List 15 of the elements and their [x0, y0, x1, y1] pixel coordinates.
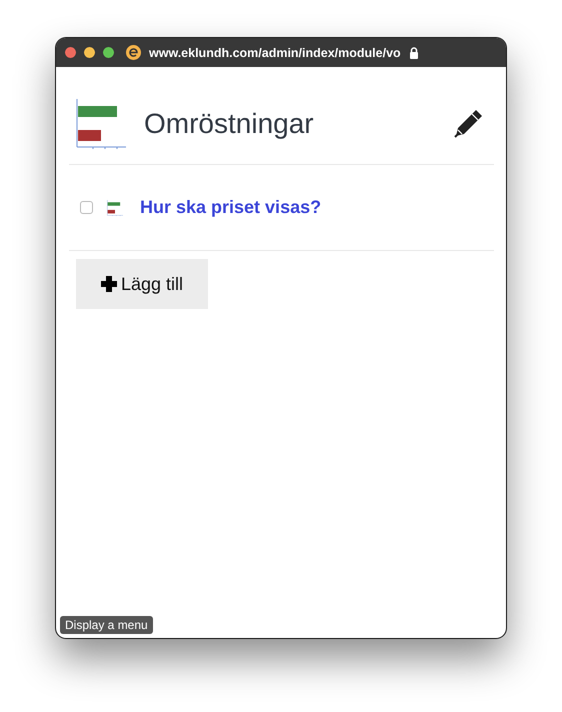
pencil-icon[interactable]	[452, 108, 484, 140]
lock-icon	[408, 46, 419, 58]
site-logo-icon	[126, 45, 141, 60]
maximize-window-icon[interactable]	[103, 47, 114, 58]
page-title: Omröstningar	[144, 108, 315, 140]
bar-chart-icon	[76, 98, 126, 148]
add-button[interactable]: Lägg till	[76, 259, 208, 309]
tooltip: Display a menu	[60, 616, 153, 634]
plus-icon	[100, 276, 117, 292]
poll-link[interactable]: Hur ska priset visas?	[140, 197, 322, 218]
checkbox[interactable]	[80, 201, 93, 214]
url-text: www.eklundh.com/admin/index/module/vo	[149, 46, 401, 60]
close-window-icon[interactable]	[65, 47, 76, 58]
minimize-window-icon[interactable]	[84, 47, 95, 58]
bar-chart-icon	[107, 200, 123, 216]
